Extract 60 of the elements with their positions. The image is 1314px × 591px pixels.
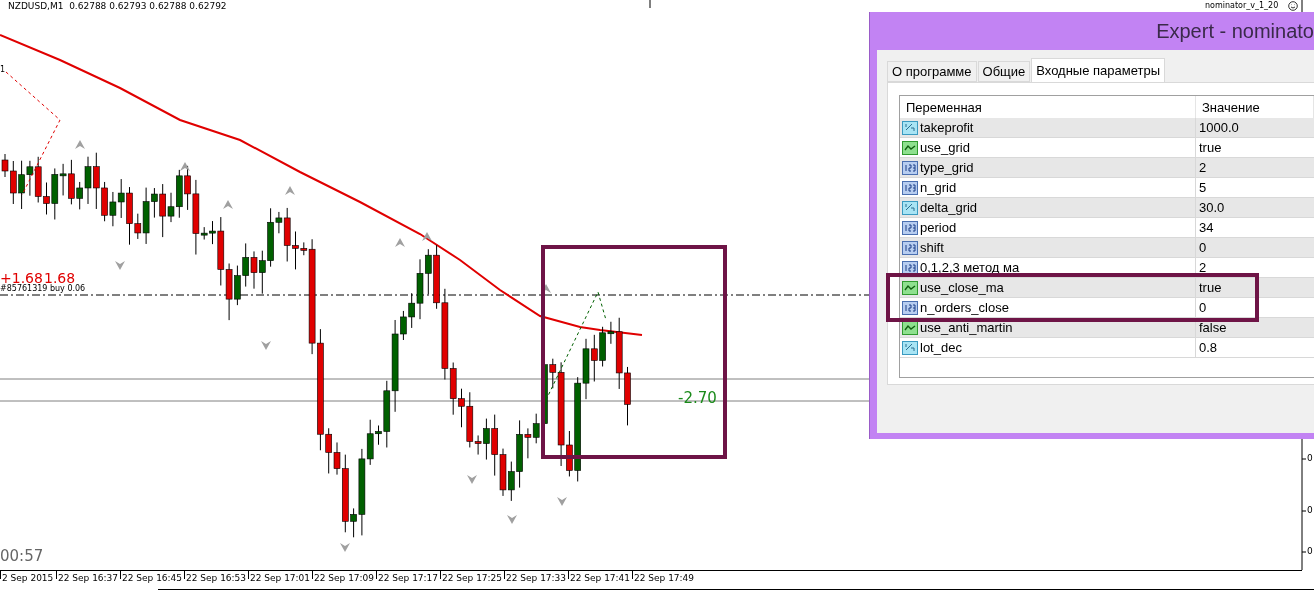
parameter-value: 0 xyxy=(1198,239,1208,257)
parameter-name: period xyxy=(920,220,957,235)
parameter-name: use_close_ma xyxy=(920,280,1004,295)
fractal-arrow xyxy=(115,261,125,270)
fractal-arrow xyxy=(223,200,233,209)
tab[interactable]: О программе xyxy=(887,61,977,82)
parameter-name: lot_dec xyxy=(920,340,962,355)
parameter-name: takeprofit xyxy=(920,120,974,135)
tab[interactable]: Общие xyxy=(977,61,1031,82)
fractal-arrow xyxy=(261,341,271,350)
smiley-icon xyxy=(1288,1,1298,11)
order-label: #85761319 buy 0.06 xyxy=(0,285,86,293)
timer-label: 00:57 xyxy=(0,549,44,564)
number-icon xyxy=(902,179,918,196)
parameter-value: false xyxy=(1198,319,1228,337)
corner-label: 1 xyxy=(0,66,6,74)
parameter-name: use_grid xyxy=(920,140,970,155)
fractal-arrow xyxy=(180,162,190,171)
parameter-value: true xyxy=(1198,279,1223,297)
price-label: -2.70 xyxy=(678,391,717,406)
fraction-icon xyxy=(902,339,918,356)
fractal-arrow xyxy=(395,238,405,247)
number-icon xyxy=(902,299,918,316)
parameter-value: 5 xyxy=(1198,179,1208,197)
fractal-arrow xyxy=(507,515,517,524)
price-axis-label: 0 xyxy=(1307,454,1313,463)
fractal-arrow xyxy=(75,140,85,149)
expert-label: nominator_v_1_20 xyxy=(1205,2,1279,10)
number-icon xyxy=(902,239,918,256)
parameter-value: 0.8 xyxy=(1198,339,1219,357)
dialog-title: Expert - nominato xyxy=(1156,19,1314,43)
parameter-value: 1000.0 xyxy=(1198,119,1240,137)
parameter-name: type_grid xyxy=(920,160,974,175)
price-axis-label: 0 xyxy=(1307,506,1313,515)
parameter-name: shift xyxy=(920,240,944,255)
parameter-name: delta_grid xyxy=(920,200,978,215)
tab[interactable]: Входные параметры xyxy=(1031,58,1166,82)
parameter-name: n_grid xyxy=(920,180,957,195)
parameter-name: use_anti_martin xyxy=(920,320,1013,335)
number-icon xyxy=(902,219,918,236)
parameter-value: 34 xyxy=(1198,219,1215,237)
fractal-arrow xyxy=(557,497,567,506)
parameter-value: 2 xyxy=(1198,159,1208,177)
parameter-name: n_orders_close xyxy=(920,300,1009,315)
profit-label: 1.68 xyxy=(44,271,76,285)
parameter-value: 30.0 xyxy=(1198,199,1226,217)
fractal-arrow xyxy=(467,475,477,484)
parameter-value: true xyxy=(1198,139,1223,157)
number-icon xyxy=(902,159,918,176)
symbol-info: NZDUSD,M1 0.62788 0.62793 0.62788 0.62792 xyxy=(8,2,227,11)
fractal-arrow xyxy=(340,543,350,552)
parameter-name: 0,1,2,3 метод ма xyxy=(920,260,1020,275)
fraction-icon xyxy=(902,119,918,136)
profit-label: +1.68 xyxy=(0,271,43,285)
parameter-value: 0 xyxy=(1198,299,1208,317)
price-axis-label: 0 xyxy=(1307,547,1313,556)
parameter-value: 2 xyxy=(1198,259,1208,277)
fractal-arrow xyxy=(285,186,295,195)
fractal-arrow xyxy=(422,232,432,241)
fraction-icon xyxy=(902,199,918,216)
